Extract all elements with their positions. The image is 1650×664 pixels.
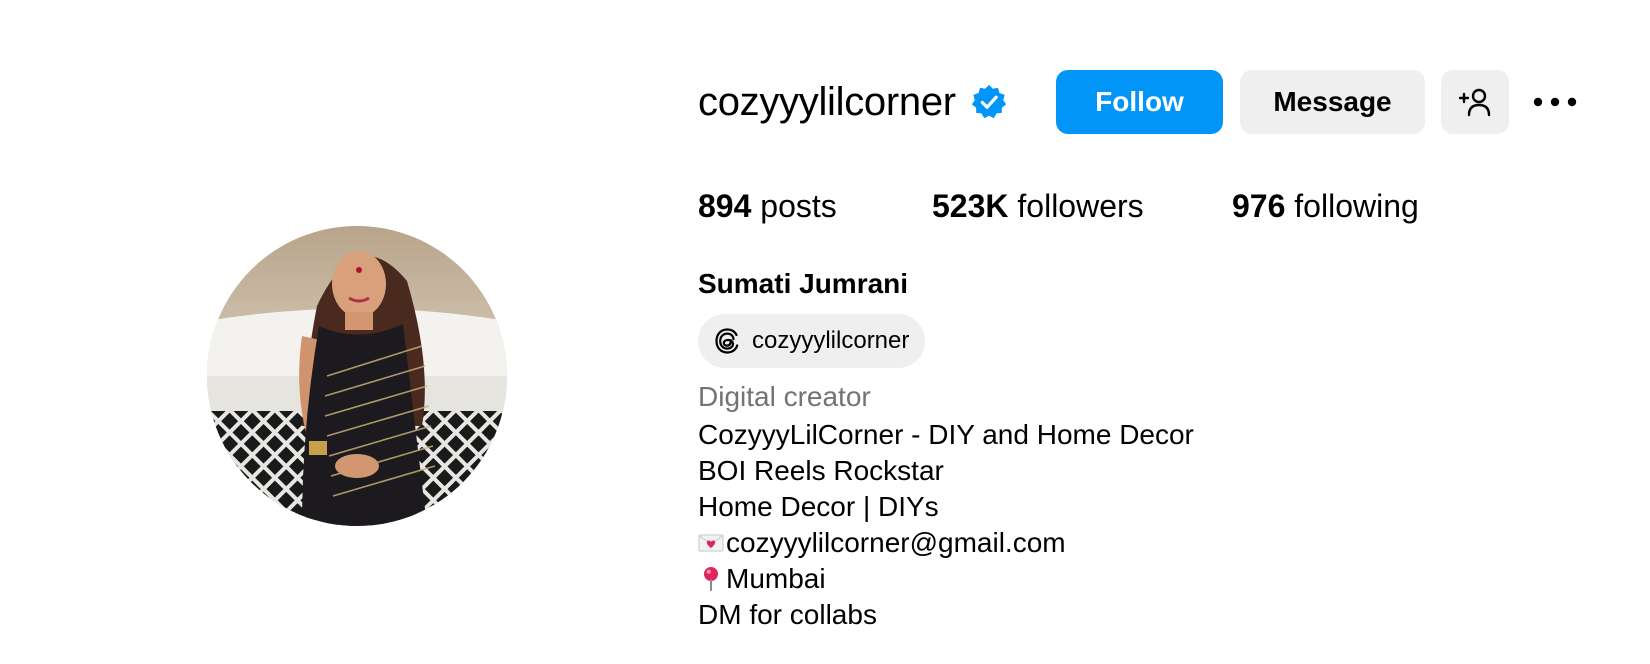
profile-avatar[interactable] <box>207 226 507 526</box>
followers-count-value: 523K <box>932 188 1009 224</box>
bio-location: Mumbai <box>726 563 826 594</box>
posts-count-value: 894 <box>698 188 752 224</box>
verified-badge-icon <box>971 84 1006 119</box>
following-link[interactable]: 976 following <box>1232 188 1419 225</box>
threads-link[interactable]: cozyyylilcorner <box>698 314 926 368</box>
threads-handle: cozyyylilcorner <box>752 327 910 354</box>
bio-email: cozyyylilcorner@gmail.com <box>726 527 1066 558</box>
bio-line: Home Decor | DIYs <box>698 491 939 522</box>
pushpin-icon <box>704 567 718 591</box>
bio-line: CozyyyLilCorner - DIY and Home Decor <box>698 419 1194 450</box>
bio-line: DM for collabs <box>698 599 877 630</box>
more-options-icon <box>1533 97 1577 107</box>
posts-count: 894 posts <box>698 188 837 225</box>
display-name: Sumati Jumrani <box>698 268 909 299</box>
username: cozyyylilcorner <box>698 79 956 124</box>
following-count-label: following <box>1294 188 1419 224</box>
posts-count-label: posts <box>760 188 837 224</box>
message-button[interactable]: Message <box>1240 70 1425 134</box>
profile-photo <box>207 226 507 526</box>
threads-icon <box>715 328 739 354</box>
followers-count-label: followers <box>1017 188 1144 224</box>
more-options-button[interactable] <box>1530 80 1580 124</box>
category-label: Digital creator <box>698 381 871 412</box>
love-letter-icon <box>698 534 724 552</box>
follow-button[interactable]: Follow <box>1056 70 1223 134</box>
following-count-value: 976 <box>1232 188 1286 224</box>
bio-location-line: Mumbai <box>698 561 1194 597</box>
suggested-users-button[interactable] <box>1441 70 1509 134</box>
profile-header: cozyyylilcorner <box>698 70 1008 134</box>
bio-line: BOI Reels Rockstar <box>698 455 944 486</box>
bio: CozyyyLilCorner - DIY and Home Decor BOI… <box>698 417 1194 633</box>
followers-link[interactable]: 523K followers <box>932 188 1144 225</box>
add-user-icon <box>1458 88 1491 117</box>
bio-email-line: cozyyylilcorner@gmail.com <box>698 525 1194 561</box>
